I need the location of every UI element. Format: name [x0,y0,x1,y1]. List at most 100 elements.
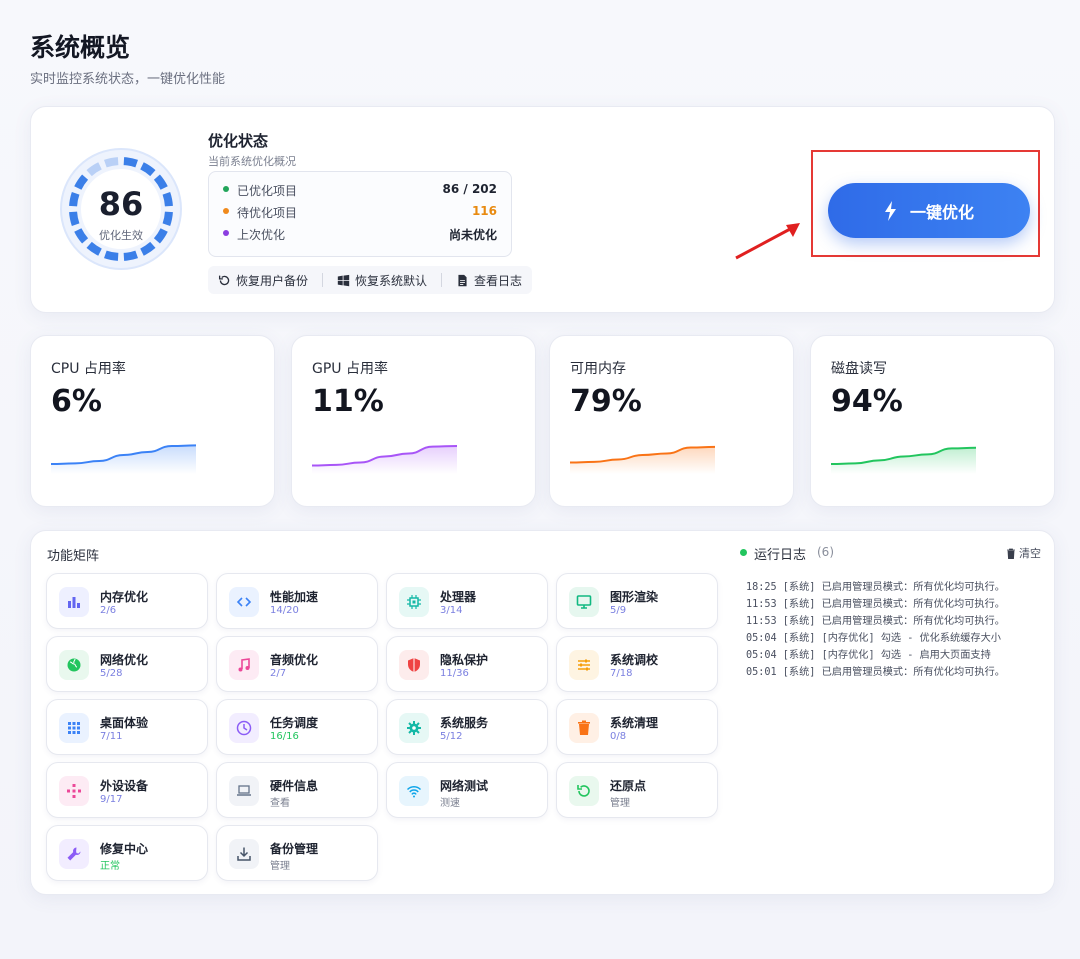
one-click-optimize-button[interactable]: 一键优化 [828,183,1030,238]
feature-progress: 5/28 [100,668,123,679]
feature-tile[interactable]: 网络优化 5/28 [46,636,208,692]
metric-label: 可用内存 [570,361,626,377]
feature-name: 修复中心 [100,842,149,856]
status-row-label: 待优化项目 [237,206,298,220]
document-icon [458,274,467,286]
feature-name: 系统调校 [610,653,659,667]
feature-tile[interactable]: 系统清理 0/8 [556,699,718,755]
feature-tile[interactable]: 系统调校 7/18 [556,636,718,692]
feature-name: 图形渲染 [610,590,659,604]
download-icon [229,839,259,869]
feature-tile[interactable]: 修复中心 正常 [46,825,208,881]
status-row-value: 86 / 202 [442,182,498,196]
status-row-value: 116 [471,204,497,218]
status-summary: 已优化项目 86 / 202 待优化项目 116 上次优化 尚未优化 [208,171,512,257]
divider [322,273,324,287]
metric-value: 94% [831,384,903,419]
view-log-button[interactable]: 查看日志 [456,272,522,289]
status-row-label: 已优化项目 [237,184,298,198]
laptop-icon [229,776,259,806]
restore-user-backup-button[interactable]: 恢复用户备份 [218,272,308,289]
globe-icon [59,650,89,680]
gamepad-icon [59,776,89,806]
trash-icon [1007,548,1015,559]
feature-tile[interactable]: 系统服务 5/12 [386,699,548,755]
feature-tile[interactable]: 桌面体验 7/11 [46,699,208,755]
feature-progress: 3/14 [440,605,463,616]
restore-icon [218,275,230,285]
music-icon [229,650,259,680]
sparkline-area [570,446,715,474]
feature-matrix-card: 功能矩阵 运行日志 (6) 清空 18:25 [系统] 已启用管理员模式：所有优… [30,530,1055,895]
sparkline-area [831,447,976,474]
log-line: 05:04 [系统] [内存优化] 勾选 - 启用大页面支持 [746,650,991,661]
status-subtitle: 当前系统优化概况 [208,155,296,168]
feature-name: 处理器 [440,590,477,604]
feature-progress: 14/20 [270,605,299,616]
feature-tile[interactable]: 图形渲染 5/9 [556,573,718,629]
log-list: 18:25 [系统] 已启用管理员模式：所有优化均可执行。 11:53 [系统]… [746,579,1005,681]
feature-progress: 2/6 [100,605,117,616]
feature-tile[interactable]: 隐私保护 11/36 [386,636,548,692]
feature-tile[interactable]: 备份管理 管理 [216,825,378,881]
metric-value: 11% [312,384,384,419]
status-row-optimized: 已优化项目 86 / 202 [223,180,497,200]
feature-name: 外设设备 [100,779,149,793]
lightning-icon [884,200,896,221]
feature-name: 硬件信息 [270,779,319,793]
feature-progress: 查看 [270,798,290,809]
metric-label: 磁盘读写 [831,361,887,377]
gear-icon [399,713,429,743]
feature-tile[interactable]: 外设设备 9/17 [46,762,208,818]
feature-tile[interactable]: 任务调度 16/16 [216,699,378,755]
windows-icon [337,274,350,286]
clear-log-button[interactable]: 清空 [1006,545,1041,561]
feature-tile[interactable]: 硬件信息 查看 [216,762,378,818]
feature-name: 网络优化 [100,653,149,667]
feature-tile[interactable]: 还原点 管理 [556,762,718,818]
feature-progress: 管理 [270,861,290,872]
log-count: (6) [817,545,834,559]
feature-progress: 5/9 [610,605,627,616]
log-line: 11:53 [系统] 已启用管理员模式：所有优化均可执行。 [746,616,1005,627]
feature-name: 性能加速 [270,590,319,604]
feature-progress: 正常 [100,861,120,872]
clock-icon [229,713,259,743]
bar-chart-icon [59,587,89,617]
divider [441,273,443,287]
feature-progress: 管理 [610,798,630,809]
score-value: 86 [98,185,144,223]
feature-tile[interactable]: 网络测试 测速 [386,762,548,818]
grid-icon [59,713,89,743]
monitor-icon [569,587,599,617]
feature-progress: 7/18 [610,668,633,679]
status-row-label: 上次优化 [237,228,286,242]
metric-card-cpu: CPU 占用率 6% [30,335,275,507]
metric-value: 79% [570,384,642,419]
metric-value: 6% [51,384,102,419]
wrench-icon [59,839,89,869]
action-label: 恢复用户备份 [236,273,309,288]
sliders-icon [569,650,599,680]
optimize-button-label: 一键优化 [909,202,974,222]
status-actions: 恢复用户备份 恢复系统默认 查看日志 [208,266,533,294]
metric-label: GPU 占用率 [312,361,388,377]
feature-name: 任务调度 [270,716,319,730]
action-label: 查看日志 [474,273,523,288]
restore-system-default-button[interactable]: 恢复系统默认 [337,272,427,289]
log-line: 11:53 [系统] 已启用管理员模式：所有优化均可执行。 [746,599,1005,610]
log-line: 18:25 [系统] 已启用管理员模式：所有优化均可执行。 [746,582,1005,593]
log-line: 05:01 [系统] 已启用管理员模式：所有优化均可执行。 [746,667,1005,678]
feature-name: 音频优化 [270,653,319,667]
feature-name: 内存优化 [100,590,149,604]
feature-name: 备份管理 [270,842,319,856]
feature-tile[interactable]: 音频优化 2/7 [216,636,378,692]
feature-progress: 11/36 [440,668,469,679]
feature-tile[interactable]: 性能加速 14/20 [216,573,378,629]
feature-tile[interactable]: 处理器 3/14 [386,573,548,629]
feature-tile[interactable]: 内存优化 2/6 [46,573,208,629]
log-title: 运行日志 [754,548,807,563]
feature-progress: 7/11 [100,731,123,742]
action-label: 恢复系统默认 [355,273,428,288]
log-status-dot [740,549,747,556]
